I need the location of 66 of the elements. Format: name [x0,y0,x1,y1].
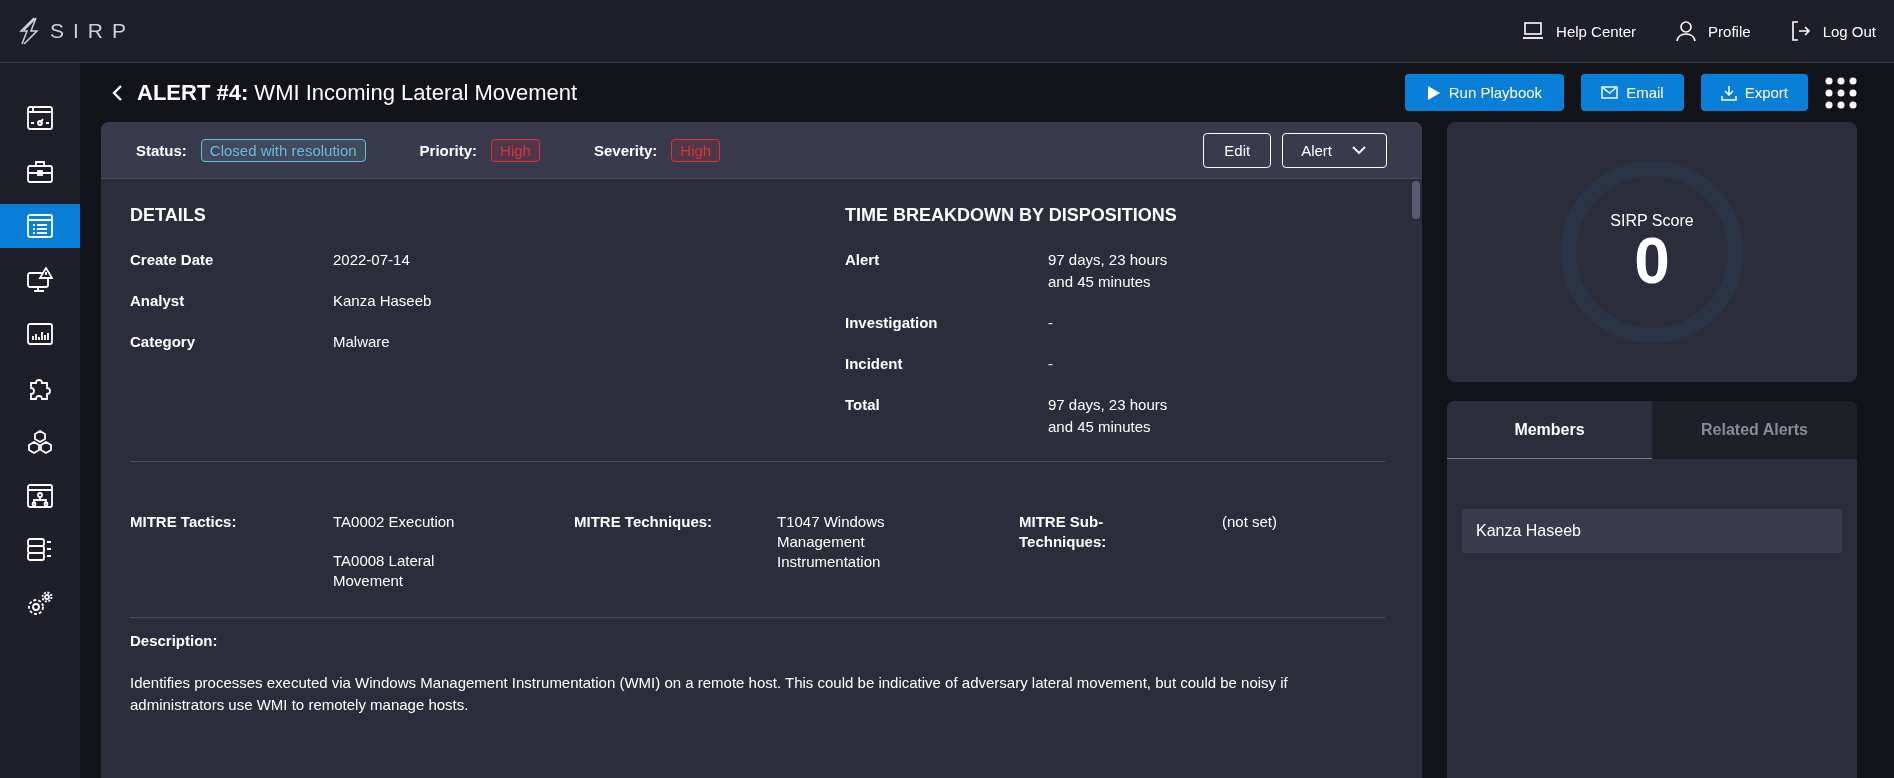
field-value: TA0002 Execution [333,512,456,532]
score-value: 0 [1634,230,1670,292]
tab[interactable]: Members [1447,401,1652,459]
status-tag: High [491,138,540,162]
field-value: Malware [333,332,390,352]
field-label: Incident [845,354,904,374]
field-label: Investigation [845,313,939,333]
status-label: Priority: [419,141,478,159]
gauge-window-icon [27,105,53,131]
action-button[interactable]: Export [1700,74,1808,111]
field-label: MITRE Techniques: [574,512,714,532]
top-nav-link[interactable]: Help Center [1522,20,1637,42]
field-label: Create Date [130,250,215,270]
briefcase-icon [27,159,53,185]
field-value: - [1048,354,1054,374]
field-label: Description: [130,632,218,649]
score-label: SIRP Score [1610,212,1694,230]
scrollbar-thumb[interactable] [1412,181,1420,219]
download-icon [1720,84,1737,101]
field-value: 2022-07-14 [333,250,410,270]
status-tag: Closed with resolution [200,138,366,162]
field-label: Analyst [130,291,186,311]
play-icon [1426,84,1441,101]
person-icon [1676,20,1697,42]
envelope-icon [1601,86,1619,99]
field-label: Total [845,395,881,415]
alert-dropdown[interactable]: Alert [1282,132,1387,168]
logo-text: SIRP [50,19,135,43]
laptop-icon [1522,22,1545,40]
member-item[interactable]: Kanza Haseeb [1462,509,1842,553]
list-window-icon [27,213,53,239]
alert-title: ALERT #4: WMI Incoming Lateral Movement [137,79,578,106]
field-label: MITRE Sub-Techniques: [1019,512,1108,552]
field-value: (not set) [1222,512,1279,532]
top-nav-link[interactable]: Log Out [1790,20,1876,42]
status-tag: High [671,138,721,162]
section-heading: DETAILS [130,205,207,226]
action-button[interactable]: Run Playbook [1404,74,1565,111]
action-button[interactable]: Email [1581,74,1684,111]
logo-bolt-icon [18,17,40,45]
server-stack-icon [27,537,53,563]
section-heading: TIME BREAKDOWN BY DISPOSITIONS [845,205,1178,226]
status-label: Status: [136,141,187,159]
chevron-down-icon [1352,145,1366,155]
field-value: T1047 Windows Management Instrumentation [777,512,886,572]
field-value: 97 days, 23 hours and 45 minutes [1048,395,1169,437]
back-chevron-icon[interactable] [111,83,123,102]
logout-icon [1790,21,1811,41]
tab[interactable]: Related Alerts [1652,401,1857,459]
field-value: - [1048,313,1054,333]
cubes-icon [27,429,53,455]
description-text: Identifies processes executed via Windows Management Instrumentation (WMI) on a remote host. This could be indicative of adversary lateral movement, but could be noisy if administrators use WMI to remotely manage hosts. [130,673,1289,715]
field-label: Category [130,332,197,352]
status-label: Severity: [593,141,658,159]
field-label: Alert [845,250,881,270]
field-value: Kanza Haseeb [333,291,432,311]
hierarchy-window-icon [27,483,53,509]
gears-icon [27,591,53,617]
edit-button[interactable]: Edit [1203,132,1272,168]
field-value: 97 days, 23 hours and 45 minutes [1048,250,1169,292]
field-value: TA0008 Lateral Movement [333,551,436,591]
top-nav-link[interactable]: Profile [1676,20,1751,42]
monitor-warning-icon [27,267,53,293]
app-grid-icon[interactable] [1825,76,1857,109]
bar-chart-icon [27,321,53,347]
field-label: MITRE Tactics: [130,512,238,532]
